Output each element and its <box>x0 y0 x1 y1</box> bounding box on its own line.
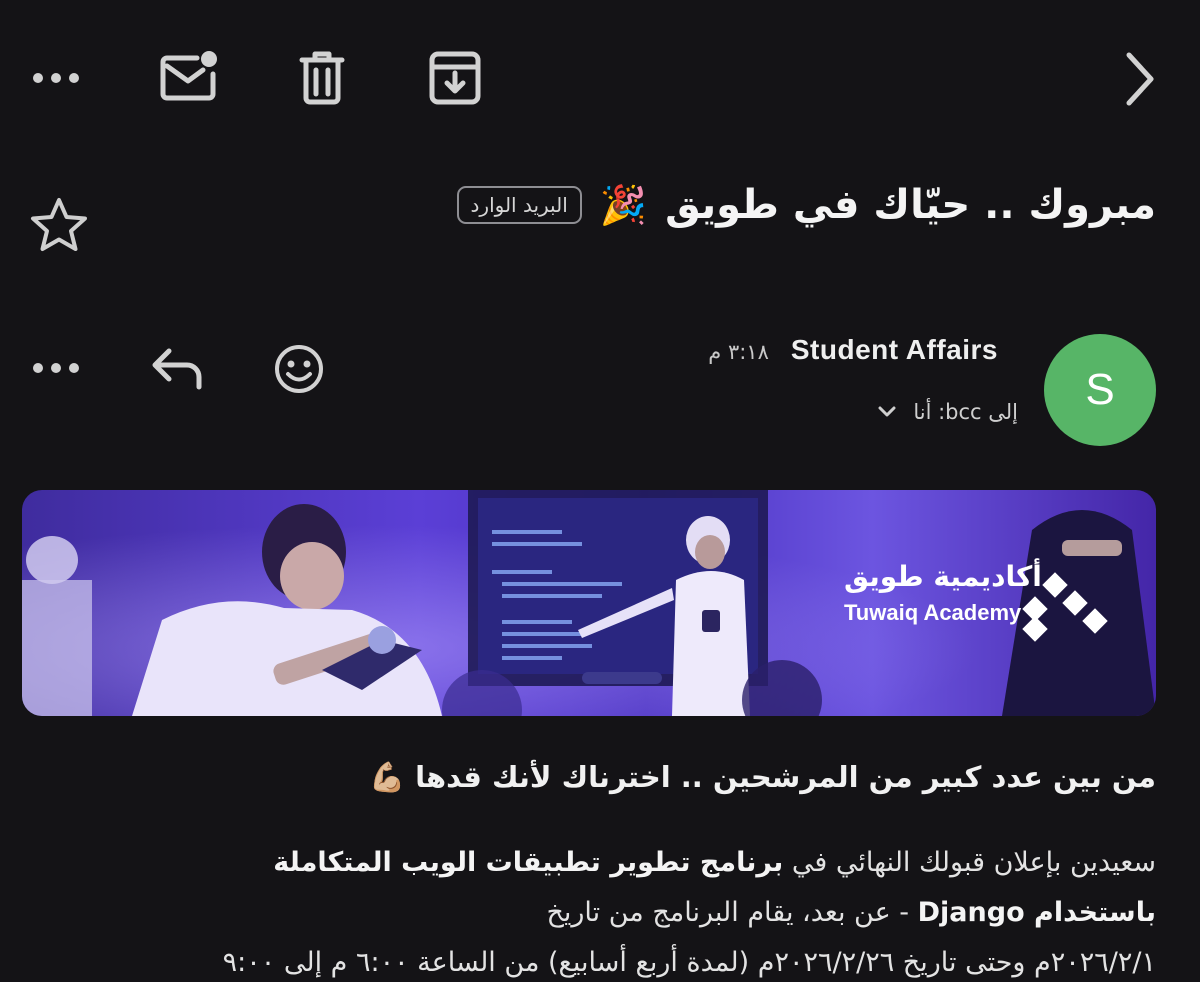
sender-row: Student Affairs ٣:١٨ م <box>708 334 998 366</box>
inbox-label-chip[interactable]: البريد الوارد <box>456 186 582 224</box>
mark-unread-icon[interactable] <box>158 50 220 104</box>
emoji-reaction-icon[interactable] <box>272 342 326 396</box>
recipient-text: إلى bcc: أنا <box>913 400 1018 424</box>
sender-avatar[interactable]: S <box>1044 334 1156 446</box>
flexed-biceps-emoji: 💪🏼 <box>368 760 406 794</box>
sender-name[interactable]: Student Affairs <box>791 334 998 366</box>
recipient-row[interactable]: إلى bcc: أنا <box>877 400 1018 424</box>
party-popper-emoji: 🎉 <box>599 183 648 227</box>
more-horizontal-icon[interactable] <box>30 58 82 98</box>
message-more-icon[interactable] <box>30 356 82 380</box>
banner-logo-english: Tuwaiq Academy <box>844 600 1022 625</box>
body-line-1-normal: سعيدين بإعلان قبولك النهائي في <box>791 847 1156 878</box>
tuwaiq-academy-banner: أكاديمية طويق Tuwaiq Academy <box>22 490 1156 716</box>
email-subject: مبروك .. حيّاك في طويق <box>665 182 1156 228</box>
star-icon[interactable] <box>28 196 90 254</box>
message-time: ٣:١٨ م <box>708 340 769 364</box>
email-body-paragraph: سعيدين بإعلان قبولك النهائي في برنامج تط… <box>36 838 1156 982</box>
reply-icon[interactable] <box>148 344 206 392</box>
body-line-1-bold: برنامج تطوير تطبيقات الويب المتكاملة <box>273 847 784 878</box>
body-line-2-bold: باستخدام Django <box>917 897 1156 928</box>
headline-text: من بين عدد كبير من المرشحين .. اخترناك ل… <box>415 760 1156 794</box>
trash-icon[interactable] <box>296 50 348 106</box>
archive-icon[interactable] <box>428 50 482 106</box>
chevron-down-icon[interactable] <box>877 405 897 419</box>
banner-logo-arabic: أكاديمية طويق <box>844 560 1042 593</box>
email-subject-row: مبروك .. حيّاك في طويق 🎉 البريد الوارد <box>456 182 1156 228</box>
email-detail-screen: مبروك .. حيّاك في طويق 🎉 البريد الوارد S… <box>0 0 1200 982</box>
body-line-2: باستخدام Django - عن بعد، يقام البرنامج … <box>36 888 1156 938</box>
chevron-right-icon[interactable] <box>1118 50 1160 108</box>
email-headline: من بين عدد كبير من المرشحين .. اخترناك ل… <box>36 760 1156 795</box>
body-line-2-normal: - عن بعد، يقام البرنامج من تاريخ <box>546 897 910 928</box>
body-line-1: سعيدين بإعلان قبولك النهائي في برنامج تط… <box>36 838 1156 888</box>
body-line-3: ٢٠٢٦/٢/١م وحتى تاريخ ٢٠٢٦/٢/٢٦م (لمدة أر… <box>222 947 1156 978</box>
